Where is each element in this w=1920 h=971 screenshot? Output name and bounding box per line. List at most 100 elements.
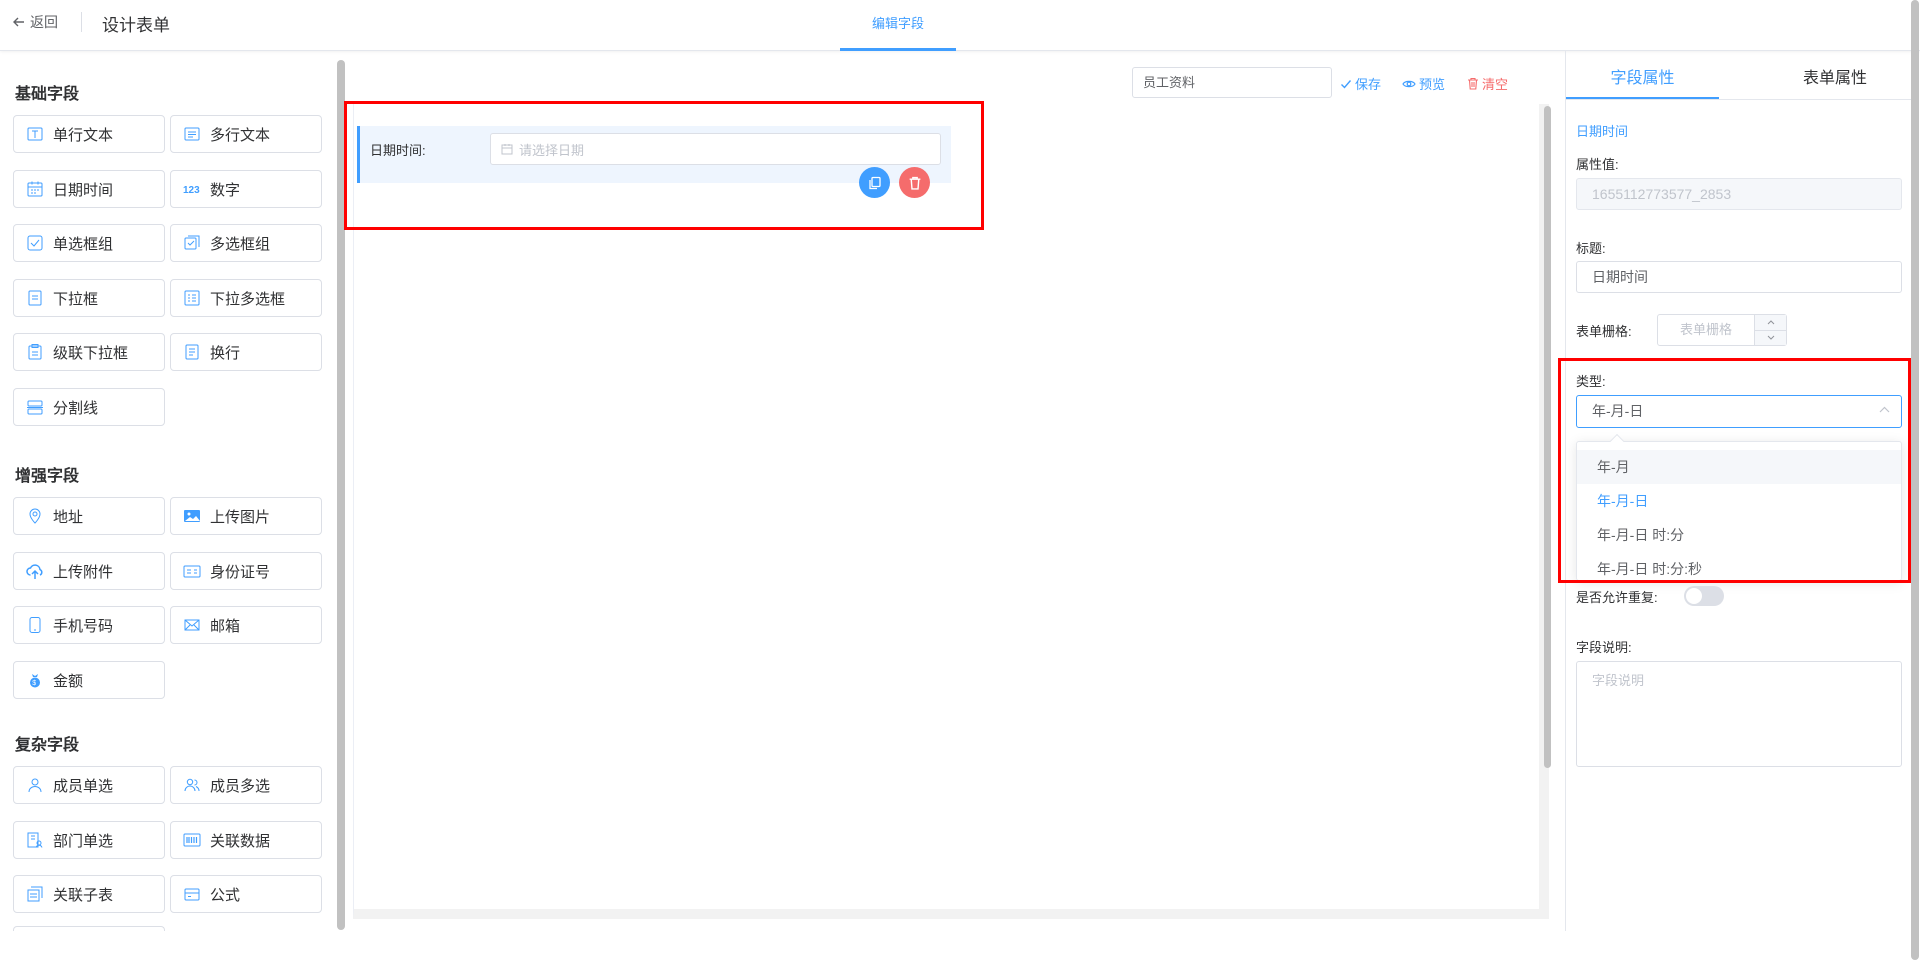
palette-item-number[interactable]: 123 数字 [170, 170, 322, 208]
preview-button[interactable]: 预览 [1402, 74, 1445, 93]
copy-field-button[interactable] [859, 167, 890, 198]
palette-item-users[interactable]: 成员多选 [170, 766, 322, 804]
clear-button[interactable]: 清空 [1467, 74, 1508, 93]
palette-item-money-bag[interactable]: $ 金额 [13, 661, 165, 699]
type-select-value: 年-月-日 [1592, 403, 1644, 419]
palette-item-single-line-text[interactable]: 单行文本 [13, 115, 165, 153]
divider-icon [26, 398, 44, 416]
palette-item-dropdown[interactable]: 下拉框 [13, 279, 165, 317]
title-label: 标题: [1576, 241, 1606, 256]
stepper-up-button[interactable] [1755, 315, 1786, 331]
tab-field-properties[interactable]: 字段属性 [1566, 60, 1719, 98]
save-button[interactable]: 保存 [1340, 74, 1381, 93]
tab-form-properties[interactable]: 表单属性 [1760, 60, 1910, 98]
palette-item-label: 公式 [210, 886, 241, 904]
palette-item-upload-cloud[interactable]: 上传附件 [13, 552, 165, 590]
header-divider [81, 12, 82, 32]
palette-item-label: 多行文本 [210, 126, 271, 144]
delete-field-button[interactable] [899, 167, 930, 198]
palette-item-label: 身份证号 [210, 563, 271, 581]
palette-item-label: 成员单选 [53, 777, 114, 795]
top-bar: 返回 设计表单 编辑字段 [0, 0, 1920, 51]
chevron-up-icon [1767, 320, 1774, 325]
mail-icon [183, 616, 201, 634]
palette-item-label: 下拉框 [53, 290, 99, 308]
palette-item-label: 级联下拉框 [53, 344, 129, 362]
palette-item-radio-group[interactable]: 单选框组 [13, 224, 165, 262]
field-type-name: 日期时间 [1576, 124, 1629, 139]
dropdown-icon [26, 289, 44, 307]
palette-item-mail[interactable]: 邮箱 [170, 606, 322, 644]
tab-edit-fields[interactable]: 编辑字段 [840, 0, 956, 51]
radio-group-icon [26, 234, 44, 252]
tab-active-indicator [1566, 97, 1719, 99]
type-option[interactable]: 年-月-日 时:分:秒 [1577, 552, 1901, 586]
trash-icon [909, 176, 920, 190]
save-label: 保存 [1355, 77, 1382, 92]
palette-item-multi-dropdown[interactable]: 下拉多选框 [170, 279, 322, 317]
type-option[interactable]: 年-月-日 时:分 [1577, 518, 1901, 552]
type-option[interactable]: 年-月-日 [1577, 484, 1901, 518]
palette-item-label: 分割线 [53, 399, 99, 417]
canvas-scrollbar[interactable] [1544, 106, 1551, 768]
form-name-input[interactable]: 员工资料 [1132, 67, 1332, 98]
palette-item-label: 关联子表 [53, 886, 114, 904]
palette-item-department[interactable]: 部门单选 [13, 821, 165, 859]
preview-label: 预览 [1419, 77, 1446, 92]
department-icon [26, 831, 44, 849]
palette-item-cascader[interactable]: 级联下拉框 [13, 333, 165, 371]
stepper-down-button[interactable] [1755, 330, 1786, 345]
palette-item-image[interactable]: 上传图片 [170, 497, 322, 535]
calendar-icon [501, 144, 513, 155]
palette-item-line-break[interactable]: 换行 [170, 333, 322, 371]
palette-item-calendar[interactable]: 日期时间 [13, 170, 165, 208]
palette-item-formula[interactable]: 公式 [170, 875, 322, 913]
palette-item-label: 成员多选 [210, 777, 271, 795]
upload-cloud-icon [26, 562, 44, 580]
attr-value-field: 1655112773577_2853 [1576, 178, 1902, 210]
money-bag-icon: $ [26, 671, 44, 689]
palette-item-checkbox-group[interactable]: 多选框组 [170, 224, 322, 262]
type-select[interactable]: 年-月-日 [1576, 395, 1902, 428]
palette-item-label: 金额 [53, 672, 84, 690]
location-icon [26, 507, 44, 525]
multi-line-text-icon [183, 125, 201, 143]
palette-item-label: 邮箱 [210, 617, 241, 635]
form-canvas[interactable] [353, 104, 1549, 919]
palette-item-multi-line-text[interactable]: 多行文本 [170, 115, 322, 153]
allow-repeat-toggle[interactable] [1684, 586, 1724, 606]
title-field[interactable]: 日期时间 [1576, 261, 1902, 293]
page-scrollbar[interactable] [1911, 0, 1919, 960]
clear-label: 清空 [1482, 77, 1509, 92]
palette-item-label: 日期时间 [53, 181, 114, 199]
palette-item-label: 多选框组 [210, 235, 271, 253]
back-button[interactable]: 返回 [12, 12, 58, 32]
palette-item-label: 关联数据 [210, 832, 271, 850]
palette-scrollbar[interactable] [337, 60, 345, 930]
palette-item-sub-table[interactable]: 关联子表 [13, 875, 165, 913]
grid-stepper-placeholder: 表单栅格 [1679, 322, 1732, 337]
palette-item-location[interactable]: 地址 [13, 497, 165, 535]
id-card-icon [183, 562, 201, 580]
palette-item-label: 换行 [210, 344, 241, 362]
sub-table-icon [26, 885, 44, 903]
canvas-field-label: 日期时间: [370, 143, 426, 158]
svg-text:$: $ [32, 680, 36, 687]
grid-stepper[interactable]: 表单栅格 [1657, 314, 1787, 346]
tab-underline [1565, 99, 1911, 100]
palette-item-id-card[interactable]: 身份证号 [170, 552, 322, 590]
type-option[interactable]: 年-月 [1577, 450, 1901, 484]
arrow-left-icon [13, 17, 24, 27]
palette-section-title: 增强字段 [15, 468, 80, 485]
palette-item-label: 手机号码 [53, 617, 114, 635]
desc-label: 字段说明: [1576, 640, 1632, 655]
palette-item-divider[interactable]: 分割线 [13, 388, 165, 426]
barcode-icon [183, 831, 201, 849]
palette-item-barcode[interactable]: 关联数据 [170, 821, 322, 859]
palette-item-phone[interactable]: 手机号码 [13, 606, 165, 644]
date-picker-input[interactable]: 请选择日期 [490, 133, 941, 165]
palette-item-label: 下拉多选框 [210, 290, 286, 308]
palette-item-user[interactable]: 成员单选 [13, 766, 165, 804]
page-title: 设计表单 [102, 16, 170, 35]
desc-textarea[interactable]: 字段说明 [1576, 661, 1902, 767]
